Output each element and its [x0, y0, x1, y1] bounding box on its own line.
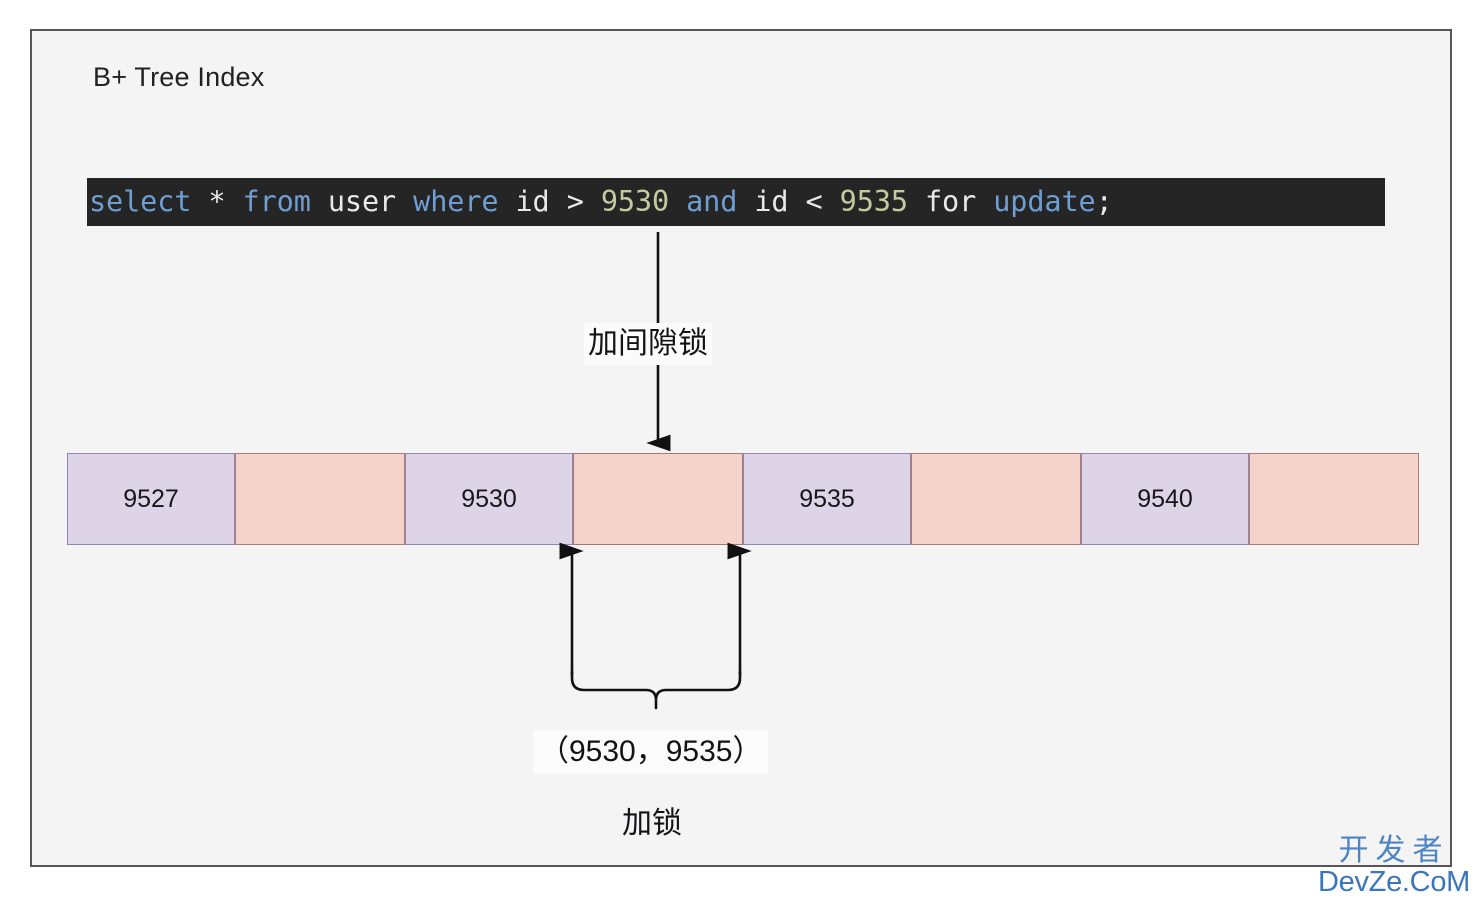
btree-index-row: 9527 9530 9535 9540 — [67, 453, 1419, 545]
index-gap-cell — [235, 453, 405, 545]
index-cell-label: 9540 — [1137, 484, 1193, 513]
index-cell-label: 9535 — [799, 484, 855, 513]
sql-token: for — [924, 185, 977, 218]
sql-code-block: select * from user where id > 9530 and i… — [87, 178, 1385, 226]
index-gap-cell — [573, 453, 743, 545]
index-key-cell: 9530 — [405, 453, 573, 545]
sql-token: select — [89, 185, 192, 218]
sql-token: update — [993, 185, 1096, 218]
watermark: 开发者 DevZe.CoM — [1312, 836, 1476, 898]
sql-statement: select * from user where id > 9530 and i… — [87, 178, 1113, 226]
page-title: B+ Tree Index — [93, 62, 265, 92]
sql-token: id — [754, 185, 789, 218]
sql-token: and — [686, 185, 738, 218]
sql-token: where — [413, 185, 499, 218]
sql-token: 9530 — [600, 185, 670, 218]
index-key-cell: 9527 — [67, 453, 235, 545]
index-gap-cell — [911, 453, 1081, 545]
sql-token: id — [515, 185, 550, 218]
index-key-cell: 9540 — [1081, 453, 1249, 545]
index-cell-label: 9527 — [123, 484, 179, 513]
gap-lock-label: 加间隙锁 — [584, 323, 712, 365]
sql-token: ; — [1095, 185, 1113, 218]
watermark-cn: 开发者 — [1338, 834, 1450, 867]
index-cell-label: 9530 — [461, 484, 517, 513]
index-key-cell: 9535 — [743, 453, 911, 545]
sql-token: from — [242, 185, 311, 218]
index-gap-cell — [1249, 453, 1419, 545]
watermark-en: DevZe.CoM — [1318, 866, 1470, 898]
diagram-canvas: B+ Tree Index select * from user where i… — [0, 0, 1482, 904]
sql-token: 9535 — [839, 185, 908, 218]
sql-token: < — [805, 185, 823, 218]
range-label: （9530，9535） — [533, 730, 769, 774]
sql-token: * — [208, 185, 226, 218]
lock-label: 加锁 — [622, 807, 682, 840]
sql-token: user — [327, 185, 397, 218]
sql-token: > — [566, 185, 584, 218]
